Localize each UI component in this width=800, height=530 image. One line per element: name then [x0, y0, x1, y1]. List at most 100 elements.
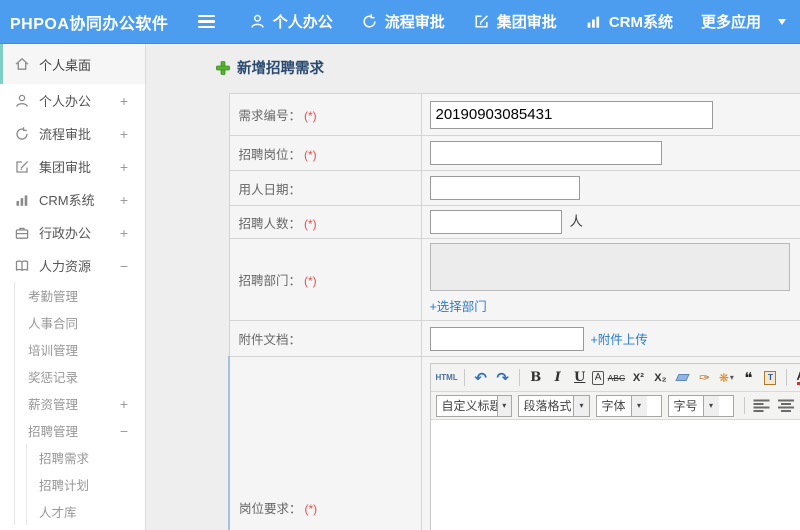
- sidebar-item-recruit-plan[interactable]: 招聘计划: [27, 471, 145, 498]
- nav-more-apps[interactable]: 更多应用: [687, 0, 800, 44]
- html-source-button[interactable]: HTML: [436, 368, 458, 388]
- collapse-minus-icon[interactable]: −: [120, 423, 128, 439]
- blockquote-icon[interactable]: ❝: [738, 368, 758, 388]
- toolbar-separator: [743, 397, 745, 414]
- font-name-button[interactable]: A: [591, 370, 605, 385]
- toolbar-separator: [518, 369, 520, 386]
- sidebar-item-workflow-approval[interactable]: 流程审批 +: [0, 117, 145, 150]
- sidebar-item-personal-desktop[interactable]: 个人桌面: [0, 44, 145, 84]
- field-label: 招聘人数：: [238, 216, 302, 231]
- nav-workflow-approval[interactable]: 流程审批: [347, 0, 459, 44]
- required-mark: (*): [304, 147, 317, 162]
- position-input[interactable]: [429, 141, 662, 165]
- history-icon: [16, 126, 28, 140]
- sidebar-group-hr: 考勤管理 人事合同 培训管理 奖惩记录 薪资管理 + 招聘管理 − 招聘需求 招聘计…: [14, 282, 145, 525]
- editor-content-area[interactable]: [430, 420, 800, 530]
- expand-plus-icon[interactable]: +: [120, 126, 128, 142]
- nav-label: 更多应用: [700, 14, 761, 31]
- app-window: PHPOA协同办公软件 个人办公 流程审批 集团审批 CRM系统 更多应用 个人…: [0, 0, 800, 530]
- hamburger-menu-icon[interactable]: [197, 12, 215, 32]
- chart-icon: [16, 194, 28, 206]
- headcount-input[interactable]: [429, 210, 562, 234]
- form-row-attachment: 附件文档： +附件上传: [228, 320, 800, 357]
- align-center-icon[interactable]: [775, 398, 797, 414]
- sidebar-item-salary[interactable]: 薪资管理 +: [15, 390, 145, 417]
- expand-plus-icon[interactable]: +: [120, 93, 128, 109]
- required-mark: (*): [304, 501, 318, 516]
- editor-toolbar-row2: 自定义标题 ▾ 段落格式 ▾ 字体 ▾ 字号 ▾: [430, 392, 800, 420]
- sidebar-item-group-approval[interactable]: 集团审批 +: [0, 150, 145, 183]
- sidebar-item-rewards[interactable]: 奖惩记录: [15, 363, 145, 390]
- sidebar-item-label: 招聘需求: [39, 452, 90, 466]
- undo-icon[interactable]: ↶: [471, 368, 491, 388]
- expand-plus-icon[interactable]: +: [120, 396, 128, 412]
- edit-icon: [475, 15, 488, 28]
- form-row-demand-number: 需求编号： (*): [228, 93, 800, 136]
- format-brush-icon[interactable]: ✑: [694, 368, 714, 388]
- paste-as-text-icon[interactable]: T: [760, 368, 780, 388]
- custom-title-select[interactable]: 自定义标题 ▾: [435, 394, 512, 417]
- align-left-icon[interactable]: [751, 398, 773, 414]
- attachment-upload-link[interactable]: +附件上传: [591, 329, 648, 348]
- sidebar-item-human-resources[interactable]: 人力资源 −: [0, 249, 145, 282]
- main-content: 新增招聘需求 需求编号：(*) 招聘岗位：(*) 用人日期： 招聘人数：(*): [146, 44, 800, 530]
- font-color-button[interactable]: A▾: [793, 368, 800, 388]
- sidebar-item-admin-office[interactable]: 行政办公 +: [0, 216, 145, 249]
- department-textarea[interactable]: [429, 243, 790, 291]
- subscript-button[interactable]: X₂: [650, 368, 670, 388]
- field-label: 用人日期：: [238, 182, 302, 197]
- bold-button[interactable]: B: [526, 368, 546, 388]
- expand-plus-icon[interactable]: +: [120, 159, 128, 175]
- caret-down-icon: ▾: [702, 395, 719, 416]
- paragraph-format-select[interactable]: 段落格式 ▾: [517, 394, 590, 417]
- superscript-button[interactable]: X²: [628, 368, 648, 388]
- italic-button[interactable]: I: [548, 368, 568, 388]
- nav-label: 集团审批: [496, 14, 557, 31]
- select-department-link[interactable]: +选择部门: [430, 296, 487, 315]
- attachment-input[interactable]: [429, 326, 584, 351]
- sidebar-item-label: 招聘计划: [39, 479, 90, 493]
- sidebar-item-label: 个人桌面: [39, 57, 92, 73]
- sidebar-item-label: 奖惩记录: [28, 371, 79, 385]
- sidebar-item-label: CRM系统: [39, 193, 95, 208]
- add-icon: [216, 60, 230, 75]
- briefcase-icon: [15, 227, 29, 239]
- demand-number-input[interactable]: [429, 100, 713, 129]
- nav-label: 个人办公: [272, 14, 333, 31]
- eraser-icon[interactable]: [672, 368, 692, 388]
- sidebar-item-hr-contract[interactable]: 人事合同: [15, 309, 145, 336]
- sidebar-item-personal-office[interactable]: 个人办公 +: [0, 84, 145, 117]
- form-row-requirements: 岗位要求： (*) HTML ↶ ↷ B I U A ABC X² X₂ ✑ ❋…: [228, 356, 800, 530]
- font-family-select[interactable]: 字体 ▾: [595, 394, 662, 417]
- hire-date-input[interactable]: [429, 176, 580, 200]
- nav-label: 流程审批: [384, 14, 445, 31]
- page-title-text: 新增招聘需求: [237, 61, 324, 77]
- page-title: 新增招聘需求: [216, 57, 800, 78]
- caret-down-icon: ▾: [496, 395, 511, 416]
- rich-text-editor: HTML ↶ ↷ B I U A ABC X² X₂ ✑ ❋ ▾ ❝ T 自定义…: [429, 363, 800, 530]
- font-size-select[interactable]: 字号 ▾: [667, 394, 734, 417]
- home-icon: [15, 57, 29, 70]
- sidebar-group-recruit: 招聘需求 招聘计划 人才库: [26, 444, 145, 525]
- collapse-minus-icon[interactable]: −: [120, 258, 128, 274]
- sidebar-item-label: 招聘管理: [28, 425, 79, 439]
- nav-crm-system[interactable]: CRM系统: [571, 0, 687, 44]
- underline-button[interactable]: U: [570, 368, 590, 388]
- sidebar-item-recruit-demand[interactable]: 招聘需求: [27, 444, 145, 471]
- expand-plus-icon[interactable]: +: [120, 192, 128, 208]
- required-mark: (*): [304, 216, 317, 231]
- nav-group-approval[interactable]: 集团审批: [459, 0, 571, 44]
- nav-personal-office[interactable]: 个人办公: [235, 0, 347, 44]
- sidebar-item-talent-pool[interactable]: 人才库: [27, 498, 145, 525]
- chart-icon: [587, 16, 599, 28]
- sidebar-item-training[interactable]: 培训管理: [15, 336, 145, 363]
- required-mark: (*): [304, 274, 317, 288]
- sidebar-item-attendance[interactable]: 考勤管理: [15, 282, 145, 309]
- required-mark: (*): [304, 109, 317, 123]
- expand-plus-icon[interactable]: +: [120, 225, 128, 241]
- auto-format-icon[interactable]: ❋ ▾: [716, 368, 736, 388]
- sidebar-item-crm-system[interactable]: CRM系统 +: [0, 183, 145, 216]
- sidebar-item-recruit-mgmt[interactable]: 招聘管理 −: [15, 417, 145, 444]
- strikethrough-button[interactable]: ABC: [606, 368, 626, 388]
- redo-icon[interactable]: ↷: [493, 368, 513, 388]
